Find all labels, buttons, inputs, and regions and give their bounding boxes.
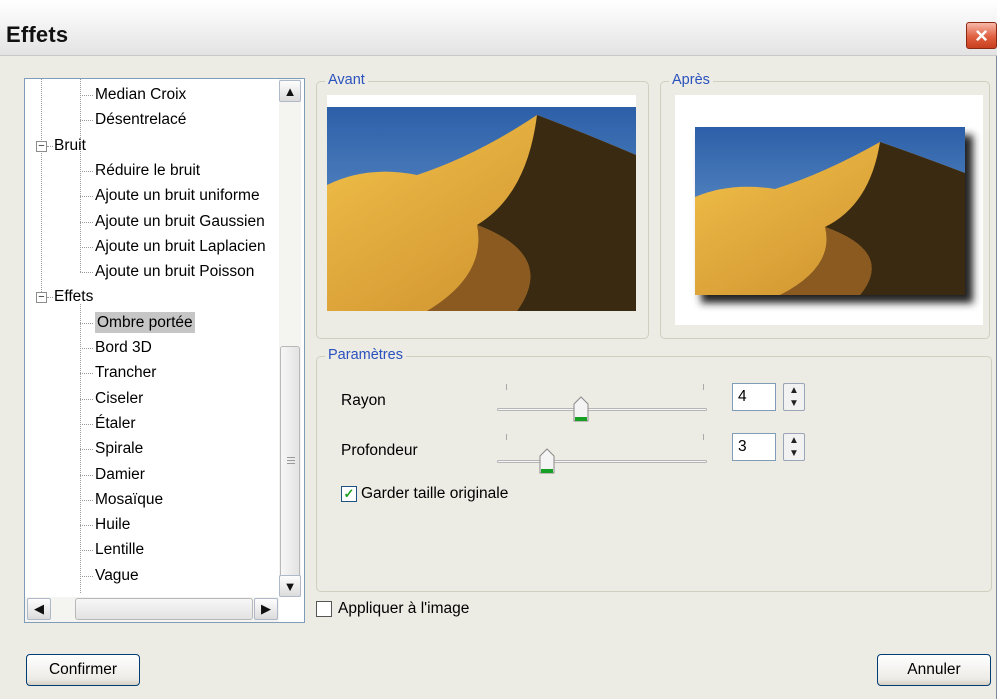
before-legend: Avant bbox=[325, 72, 368, 88]
effects-dialog: Effets × Median Croix Désentrelacé Bruit − R… bbox=[0, 0, 997, 699]
tree-item[interactable]: Réduire le bruit bbox=[95, 160, 200, 181]
apply-label[interactable]: Appliquer à l'image bbox=[338, 600, 469, 618]
dune-image-before bbox=[327, 95, 636, 311]
rayon-value-input[interactable]: 4 bbox=[732, 383, 776, 411]
tree-item[interactable]: Mosaïque bbox=[95, 489, 163, 510]
profondeur-label: Profondeur bbox=[341, 442, 418, 459]
collapse-icon[interactable]: − bbox=[36, 140, 47, 152]
profondeur-slider-thumb[interactable] bbox=[539, 448, 555, 474]
tree-item[interactable]: Lentille bbox=[95, 539, 144, 560]
confirm-button[interactable]: Confirmer bbox=[26, 654, 140, 686]
parameters-legend: Paramètres bbox=[325, 347, 406, 363]
apply-checkbox[interactable] bbox=[316, 601, 332, 617]
close-icon: × bbox=[975, 22, 988, 48]
before-image bbox=[327, 95, 636, 311]
scroll-left-button[interactable]: ◀ bbox=[27, 598, 51, 620]
tree-item[interactable]: Ajoute un bruit uniforme bbox=[95, 185, 260, 206]
title-bar: Effets × bbox=[0, 0, 997, 56]
profondeur-slider-track[interactable] bbox=[497, 460, 707, 463]
keep-size-checkbox[interactable]: ✓ bbox=[341, 486, 357, 502]
collapse-icon[interactable]: − bbox=[36, 292, 47, 304]
tree-item[interactable]: Huile bbox=[95, 514, 130, 535]
scroll-up-button[interactable]: ▲ bbox=[279, 80, 301, 102]
tree-item[interactable]: Ajoute un bruit Poisson bbox=[95, 261, 254, 282]
tree-item[interactable]: Bruit bbox=[54, 135, 86, 156]
chevron-down-icon: ▼ bbox=[283, 578, 297, 594]
chevron-left-icon: ◀ bbox=[34, 601, 44, 616]
tree-item[interactable]: Ajoute un bruit Laplacien bbox=[95, 236, 266, 257]
scroll-thumb-vertical[interactable] bbox=[280, 346, 300, 592]
profondeur-value-input[interactable]: 3 bbox=[732, 433, 776, 461]
effects-tree: Median Croix Désentrelacé Bruit − Réduire le… bbox=[24, 78, 305, 623]
rayon-spinner[interactable]: ▲ ▼ bbox=[783, 383, 805, 411]
tree-item[interactable]: Spirale bbox=[95, 438, 143, 459]
scroll-down-button[interactable]: ▼ bbox=[279, 575, 301, 597]
tree-item[interactable]: Désentrelacé bbox=[95, 109, 186, 130]
scroll-thumb-horizontal[interactable] bbox=[75, 598, 253, 620]
tree-item[interactable]: Trancher bbox=[95, 362, 156, 383]
chevron-up-icon: ▲ bbox=[283, 83, 297, 99]
tree-item[interactable]: Bord 3D bbox=[95, 337, 152, 358]
tree-item[interactable]: Ajoute un bruit Gaussien bbox=[95, 211, 265, 232]
tree-item[interactable]: Vague bbox=[95, 565, 139, 586]
rayon-slider-track[interactable] bbox=[497, 408, 707, 411]
cancel-button[interactable]: Annuler bbox=[877, 654, 991, 686]
keep-size-label[interactable]: Garder taille originale bbox=[361, 485, 508, 503]
rayon-slider-thumb[interactable] bbox=[573, 396, 589, 422]
after-image bbox=[675, 95, 983, 325]
rayon-label: Rayon bbox=[341, 392, 386, 409]
dune-image-after bbox=[695, 127, 973, 303]
chevron-right-icon: ▶ bbox=[261, 601, 271, 616]
profondeur-spinner[interactable]: ▲ ▼ bbox=[783, 433, 805, 461]
tree-item[interactable]: Ciseler bbox=[95, 388, 143, 409]
tree-horizontal-scrollbar[interactable] bbox=[25, 597, 279, 622]
scroll-right-button[interactable]: ▶ bbox=[254, 598, 278, 620]
tree-item[interactable]: Median Croix bbox=[95, 84, 186, 105]
parameters-group: Paramètres bbox=[316, 347, 992, 592]
close-button[interactable]: × bbox=[966, 22, 997, 49]
after-legend: Après bbox=[669, 72, 713, 88]
tree-item[interactable]: Damier bbox=[95, 464, 145, 485]
tree-item[interactable]: Étaler bbox=[95, 413, 136, 434]
tree-item[interactable]: Effets bbox=[54, 286, 93, 307]
tree-item[interactable]: Ombre portée bbox=[95, 311, 195, 333]
window-title: Effets bbox=[6, 22, 69, 47]
